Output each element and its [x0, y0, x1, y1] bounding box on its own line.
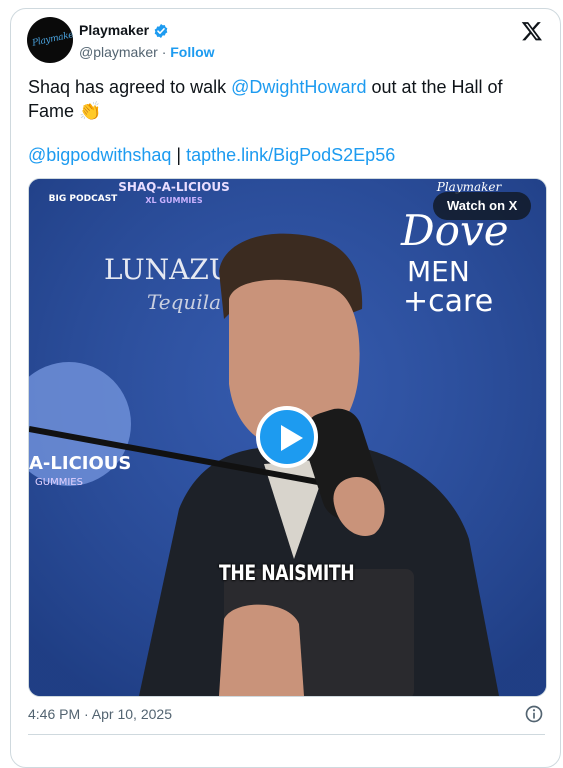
handle-separator: · — [161, 44, 167, 60]
video-caption: THE NAISMITH — [219, 561, 355, 585]
links-separator: | — [171, 145, 187, 165]
avatar-logo-text: Playmaker — [31, 29, 73, 49]
footer-divider — [28, 734, 545, 735]
tweet-text-prefix: Shaq has agreed to walk — [28, 77, 232, 97]
follow-button[interactable]: Follow — [170, 44, 214, 60]
phone-hand — [219, 604, 304, 696]
tweet-timestamp[interactable]: 4:46 PM · Apr 10, 2025 — [28, 706, 172, 722]
x-logo-icon[interactable] — [521, 20, 543, 42]
tweet-links: @bigpodwithshaq | tapthe.link/BigPodS2Ep… — [28, 145, 395, 166]
care-logo: +care — [403, 284, 493, 319]
big-podcast-logo: BIG PODCAST — [49, 194, 118, 204]
watch-on-x-button[interactable]: Watch on X — [433, 192, 532, 220]
shaq-logo: SHAQ-A-LICIOUS — [118, 180, 230, 194]
video-player[interactable]: BIG PODCAST SHAQ-A-LICIOUS XL GUMMIES Pl… — [28, 178, 547, 697]
tequila-logo: Tequila — [147, 290, 221, 314]
play-button-icon[interactable] — [256, 406, 318, 468]
handle-line: @playmaker · Follow — [79, 44, 215, 60]
avatar[interactable]: Playmaker — [27, 17, 73, 63]
mention-link[interactable]: @DwightHoward — [231, 77, 366, 97]
bigpod-mention-link[interactable]: @bigpodwithshaq — [28, 145, 171, 165]
verified-badge-icon — [154, 24, 168, 38]
side-logo: A-LICIOUS — [29, 453, 131, 474]
author-handle[interactable]: @playmaker — [79, 44, 158, 60]
url-link[interactable]: tapthe.link/BigPodS2Ep56 — [186, 145, 395, 165]
tweet-text: Shaq has agreed to walk @DwightHoward ou… — [28, 75, 533, 123]
author-name[interactable]: Playmaker — [79, 22, 149, 38]
shaq-sub-logo: XL GUMMIES — [145, 196, 202, 205]
side-logo-sub: GUMMIES — [35, 477, 83, 488]
info-icon[interactable] — [524, 704, 544, 724]
